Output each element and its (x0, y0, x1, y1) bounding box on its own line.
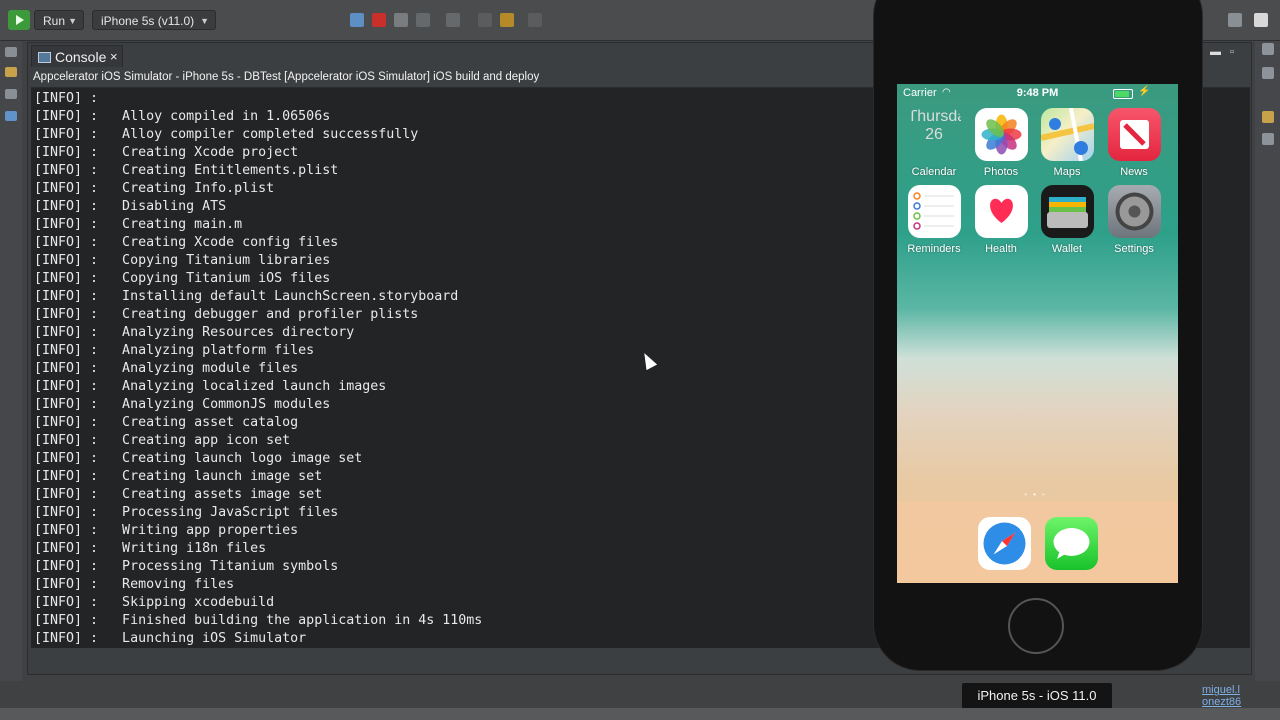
calendar-icon: Thursday26 (908, 108, 961, 161)
news-icon (1107, 108, 1161, 161)
run-config-dropdown[interactable]: Run ▼ (34, 10, 84, 30)
project-explorer-icon[interactable] (5, 67, 17, 77)
reminders-icon (907, 185, 961, 238)
app-label: Wallet (1051, 243, 1083, 255)
left-minimized-views (0, 41, 22, 681)
app-maps[interactable]: Maps (1037, 108, 1097, 178)
previous-edit-icon[interactable] (500, 13, 514, 27)
console-title: Appcelerator iOS Simulator - iPhone 5s -… (33, 71, 540, 83)
restore-icon[interactable] (5, 89, 17, 99)
chevron-down-icon: ▼ (68, 16, 77, 26)
problems-icon[interactable] (1262, 133, 1274, 145)
open-perspective-icon[interactable] (1254, 13, 1268, 27)
macos-dock (0, 708, 1280, 720)
minimize-icon[interactable] (1262, 43, 1274, 55)
app-news[interactable]: News (1104, 108, 1164, 178)
battery-icon (1113, 89, 1133, 99)
page-indicator: ••• (1024, 490, 1051, 499)
app-label: News (1120, 166, 1148, 178)
perspective-icon[interactable] (1228, 13, 1242, 27)
app-reminders[interactable]: Reminders (904, 185, 964, 255)
app-health[interactable]: Health (971, 185, 1031, 255)
outline-icon[interactable] (5, 111, 17, 121)
app-calendar[interactable]: Thursday26 Calendar (904, 108, 964, 178)
home-button[interactable] (1008, 598, 1064, 654)
alert-icon[interactable] (372, 13, 386, 27)
maps-icon (1040, 108, 1094, 161)
app-photos[interactable]: Photos (971, 108, 1031, 178)
app-settings[interactable]: Settings (1104, 185, 1164, 255)
messages-icon (1044, 517, 1098, 570)
app-wallet[interactable]: Wallet (1037, 185, 1097, 255)
device-target-label: iPhone 5s (v11.0) (101, 14, 195, 28)
step-over-icon[interactable] (446, 13, 460, 27)
calendar-day: 26 (925, 126, 943, 143)
close-icon[interactable]: × (110, 46, 118, 68)
charging-icon: ⚡ (1138, 86, 1151, 97)
maximize-icon[interactable]: ▫ (1230, 46, 1234, 58)
new-project-icon[interactable] (350, 13, 364, 27)
step-icon[interactable] (416, 13, 430, 27)
restore-icon[interactable] (5, 47, 17, 57)
app-label: Calendar (911, 166, 957, 178)
run-config-label: Run (43, 14, 66, 28)
wallet-icon (1040, 185, 1094, 238)
tab-console-label: Console (55, 49, 107, 65)
device-target-dropdown[interactable]: iPhone 5s (v11.0) ▼ (92, 10, 216, 30)
back-arrow-icon[interactable] (478, 13, 492, 27)
side-link-line2: onezt86 (1202, 696, 1242, 708)
restore-icon[interactable] (1262, 67, 1274, 79)
dock-app-messages[interactable] (1041, 517, 1101, 570)
settings-icon (1107, 185, 1161, 238)
minimize-icon[interactable]: ▬ (1210, 46, 1221, 58)
console-icon (38, 52, 51, 63)
run-button[interactable] (8, 10, 30, 30)
iphone-screen[interactable]: Carrier ◠ 9:48 PM ⚡ Thursday26 Calendar Ph… (897, 84, 1178, 583)
side-link[interactable]: miguel.l onezt86 (1202, 684, 1241, 708)
terminal-icon[interactable] (394, 13, 408, 27)
right-minimized-views (1255, 41, 1280, 681)
tab-console[interactable]: Console × (31, 45, 123, 67)
chevron-down-icon: ▼ (200, 16, 209, 26)
app-label: Photos (983, 166, 1019, 178)
forward-arrow-icon[interactable] (528, 13, 542, 27)
clock-label: 9:48 PM (1016, 87, 1059, 99)
side-link-line1: miguel.l (1202, 684, 1240, 696)
health-icon (974, 185, 1028, 238)
status-bar: Carrier ◠ 9:48 PM ⚡ (897, 84, 1178, 104)
app-label: Health (985, 243, 1017, 255)
safari-icon (977, 517, 1031, 570)
calendar-weekday: Thursday (907, 108, 961, 125)
dock (897, 502, 1178, 583)
tasks-icon[interactable] (1262, 111, 1274, 123)
dock-app-safari[interactable] (974, 517, 1034, 570)
app-label: Maps (1053, 166, 1081, 178)
photos-icon (974, 108, 1028, 161)
app-label: Settings (1114, 243, 1154, 255)
simulator-device-label: iPhone 5s - iOS 11.0 (962, 683, 1112, 709)
app-label: Reminders (907, 243, 961, 255)
